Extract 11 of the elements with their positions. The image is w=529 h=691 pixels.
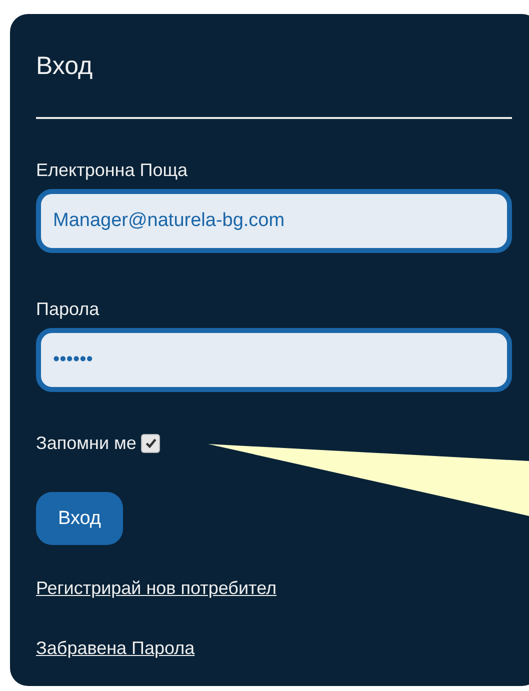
text-link[interactable]: Регистрирай нов потребител [36, 577, 276, 599]
checkmark-icon [144, 436, 158, 450]
input-field[interactable]: Manager@naturela-bg.com [36, 189, 512, 253]
checkbox[interactable] [141, 434, 160, 452]
field-label: Парола [36, 298, 100, 320]
field-label: Електронна Поща [36, 159, 189, 181]
text-link[interactable]: Забравена Парола [36, 637, 195, 659]
login-button[interactable]: Вход [36, 492, 123, 545]
card-title: Вход [36, 51, 93, 81]
input-field[interactable]: •••••• [36, 328, 512, 392]
checkbox-label: Запомни ме [36, 432, 136, 454]
